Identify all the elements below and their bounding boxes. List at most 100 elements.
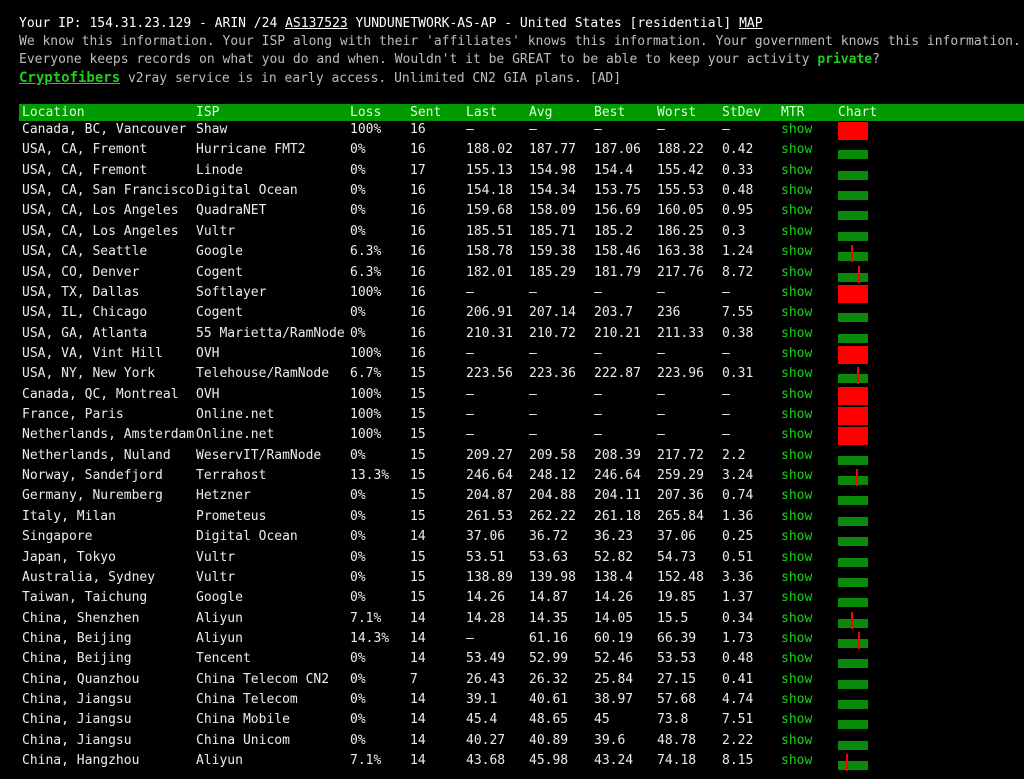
cell-worst: 74.18: [657, 753, 697, 769]
mtr-show-link[interactable]: show: [781, 265, 812, 281]
latency-chart: [838, 577, 868, 587]
cell-loss: 100%: [350, 427, 382, 443]
cell-sent: 14: [410, 630, 426, 646]
mtr-show-link[interactable]: show: [781, 753, 812, 769]
cell-last: 45.4: [466, 712, 498, 728]
header-loss: Loss: [350, 105, 382, 120]
chart-loss-marker: [851, 245, 853, 263]
cell-stdev: 3.36: [722, 569, 754, 585]
cell-best: 261.18: [594, 508, 641, 524]
mtr-show-link[interactable]: show: [781, 285, 812, 301]
mtr-show-link[interactable]: show: [781, 692, 812, 708]
cell-avg: 262.22: [529, 508, 576, 524]
mtr-show-link[interactable]: show: [781, 529, 812, 545]
cell-worst: 223.96: [657, 366, 704, 382]
mtr-show-link[interactable]: show: [781, 224, 812, 240]
cell-stdev: 2.22: [722, 732, 754, 748]
header-last: Last: [466, 105, 498, 120]
mtr-show-link[interactable]: show: [781, 611, 812, 627]
cell-loss: 0%: [350, 671, 366, 687]
cell-sent: 7: [410, 671, 418, 687]
cell-worst: –: [657, 345, 665, 361]
mtr-show-link[interactable]: show: [781, 672, 812, 688]
chart-latency-bar: [838, 537, 868, 547]
cell-isp: Aliyun: [196, 630, 243, 646]
cell-worst: 19.85: [657, 590, 697, 606]
cell-location: Australia, Sydney: [22, 569, 156, 585]
mtr-show-link[interactable]: show: [781, 244, 812, 260]
cell-last: 159.68: [466, 203, 513, 219]
cell-stdev: 0.38: [722, 325, 754, 341]
latency-chart: [838, 679, 868, 689]
mtr-show-link[interactable]: show: [781, 346, 812, 362]
cell-best: 158.46: [594, 244, 641, 260]
cell-worst: 160.05: [657, 203, 704, 219]
mtr-show-link[interactable]: show: [781, 305, 812, 321]
cell-avg: 139.98: [529, 569, 576, 585]
mtr-show-link[interactable]: show: [781, 326, 812, 342]
cell-last: –: [466, 630, 474, 646]
mtr-show-link[interactable]: show: [781, 387, 812, 403]
cell-worst: 163.38: [657, 244, 704, 260]
cell-loss: 0%: [350, 203, 366, 219]
cell-best: 154.4: [594, 162, 634, 178]
mtr-show-link[interactable]: show: [781, 712, 812, 728]
mtr-show-link[interactable]: show: [781, 203, 812, 219]
mtr-show-link[interactable]: show: [781, 631, 812, 647]
mtr-show-link[interactable]: show: [781, 122, 812, 138]
map-link[interactable]: MAP: [739, 16, 762, 31]
ip-info-block: Your IP: 154.31.23.129 - ARIN /24 AS1375…: [19, 15, 1021, 88]
cell-location: China, Quanzhou: [22, 671, 140, 687]
cell-last: –: [466, 386, 474, 402]
cell-last: –: [466, 345, 474, 361]
table-row: Netherlands, Amsterdam Online.net 100% 15 – –…: [19, 426, 1024, 446]
latency-chart: [838, 427, 868, 446]
cell-avg: 52.99: [529, 651, 569, 667]
table-row: USA, NY, New York Telehouse/RamNode 6.7% 15…: [19, 365, 1024, 385]
mtr-show-link[interactable]: show: [781, 427, 812, 443]
cell-best: 38.97: [594, 692, 634, 708]
mtr-show-link[interactable]: show: [781, 366, 812, 382]
cell-location: China, Beijing: [22, 630, 132, 646]
mtr-show-link[interactable]: show: [781, 590, 812, 606]
mtr-show-link[interactable]: show: [781, 550, 812, 566]
mtr-show-link[interactable]: show: [781, 407, 812, 423]
cell-loss: 7.1%: [350, 610, 382, 626]
mtr-show-link[interactable]: show: [781, 488, 812, 504]
cell-avg: 154.98: [529, 162, 576, 178]
mtr-show-link[interactable]: show: [781, 570, 812, 586]
cell-last: 39.1: [466, 692, 498, 708]
mtr-show-link[interactable]: show: [781, 142, 812, 158]
mtr-show-link[interactable]: show: [781, 163, 812, 179]
mtr-show-link[interactable]: show: [781, 468, 812, 484]
cell-worst: 186.25: [657, 223, 704, 239]
mtr-show-link[interactable]: show: [781, 509, 812, 525]
cell-avg: 248.12: [529, 468, 576, 484]
latency-chart: [838, 407, 868, 426]
cell-avg: –: [529, 122, 537, 137]
cell-worst: 207.36: [657, 488, 704, 504]
latency-chart: [838, 265, 868, 283]
mtr-show-link[interactable]: show: [781, 448, 812, 464]
mtr-show-link[interactable]: show: [781, 183, 812, 199]
cryptofibers-link[interactable]: Cryptofibers: [19, 70, 120, 86]
mtr-show-link[interactable]: show: [781, 733, 812, 749]
chart-latency-bar: [838, 150, 868, 160]
cell-best: 185.2: [594, 223, 634, 239]
table-row: Germany, Nuremberg Hetzner 0% 15 204.87 204.8…: [19, 487, 1024, 507]
table-row: USA, CA, Los Angeles Vultr 0% 16 185.51 185.7…: [19, 223, 1024, 243]
cell-sent: 15: [410, 366, 426, 382]
asn-link[interactable]: AS137523: [285, 16, 348, 31]
table-row: USA, VA, Vint Hill OVH 100% 16 – – – – – show: [19, 345, 1024, 365]
cell-stdev: 4.74: [722, 692, 754, 708]
chart-down-block: [838, 386, 868, 405]
cell-last: 138.89: [466, 569, 513, 585]
table-row: Taiwan, Taichung Google 0% 15 14.26 14.87 14.2…: [19, 589, 1024, 609]
mtr-show-link[interactable]: show: [781, 651, 812, 667]
latency-chart: [838, 367, 868, 385]
cell-loss: 0%: [350, 305, 366, 321]
cell-location: Netherlands, Nuland: [22, 447, 171, 463]
chart-latency-bar: [838, 516, 868, 526]
cell-sent: 15: [410, 549, 426, 565]
cell-isp: Google: [196, 244, 243, 260]
